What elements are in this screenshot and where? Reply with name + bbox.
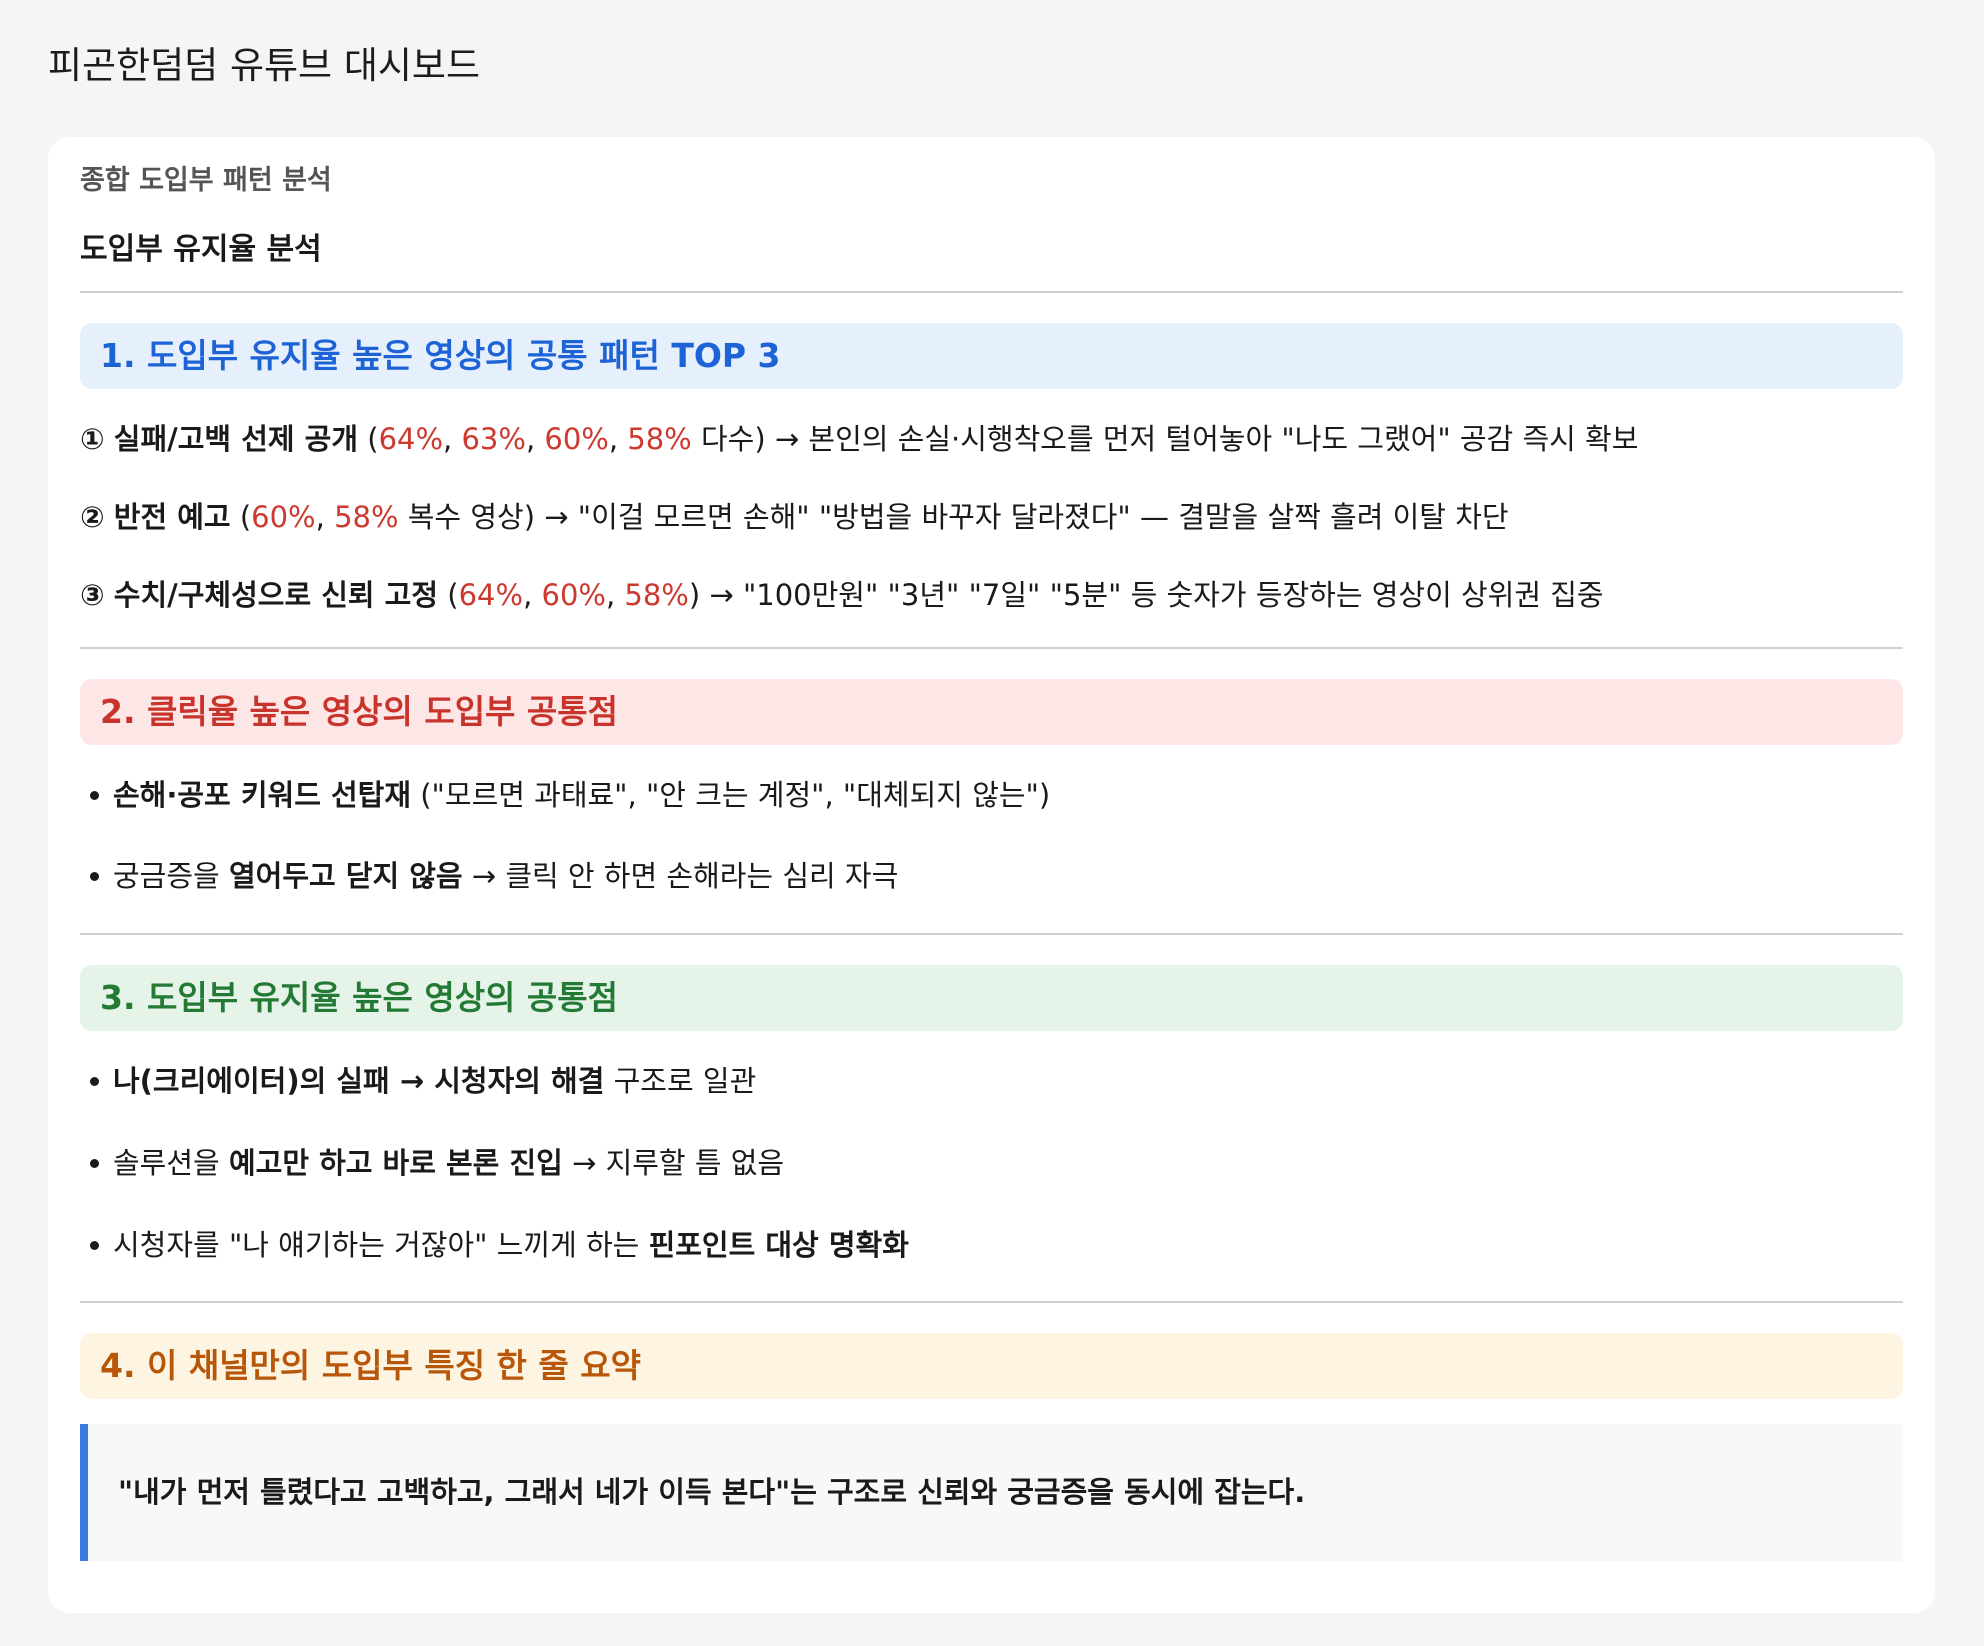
page-title: 피곤한덤덤 유튜브 대시보드 [48,44,481,87]
list-item: 손해·공포 키워드 선탑재 ("모르면 과태료", "안 크는 계정", "대체… [80,775,1050,815]
section-2-header: 2. 클릭율 높은 영상의 도입부 공통점 [80,679,1903,745]
bullet-bold: 손해·공포 키워드 선탑재 [113,778,412,812]
divider [80,647,1903,649]
list-item: 궁금증을 열어두고 닫지 않음 → 클릭 안 하면 손해라는 심리 자극 [80,856,898,896]
bullet-dot-icon [90,1240,99,1250]
divider [80,1301,1903,1303]
pattern-marker: ① [80,422,105,456]
bullet-text: → 지루할 틈 없음 [562,1146,785,1180]
bullet-text: 솔루션을 [113,1146,229,1180]
divider [80,933,1903,935]
pattern-item-3: ③ 수치/구체성으로 신뢰 고정 (64%, 60%, 58%) → "100만… [80,578,1604,612]
pattern-title: 수치/구체성으로 신뢰 고정 [113,578,439,612]
bullet-bold: 핀포인트 대상 명확화 [648,1228,909,1262]
card-subtitle: 종합 도입부 패턴 분석 [80,165,332,196]
bullet-text: 시청자를 "나 얘기하는 거잖아" 느끼게 하는 [113,1228,649,1262]
divider [80,291,1903,293]
pattern-title: 반전 예고 [113,500,231,534]
paren-close: 다수) [691,422,766,456]
section-3-header: 3. 도입부 유지율 높은 영상의 공통점 [80,965,1903,1031]
pattern-item-1: ① 실패/고백 선제 공개 (64%, 63%, 60%, 58% 다수) → … [80,422,1639,456]
percent-value: 58% [334,500,399,534]
list-item: 솔루션을 예고만 하고 바로 본론 진입 → 지루할 틈 없음 [80,1143,784,1183]
bullet-dot-icon [90,1158,99,1168]
list-item: 시청자를 "나 얘기하는 거잖아" 느끼게 하는 핀포인트 대상 명확화 [80,1225,909,1265]
bullet-text: 구조로 일관 [604,1064,757,1098]
card-heading: 도입부 유지율 분석 [80,232,322,267]
bullet-bold: 예고만 하고 바로 본론 진입 [228,1146,563,1180]
percent-value: 64% [378,422,444,456]
percent-value: 60% [251,500,316,534]
paren-close: ) [688,578,701,612]
summary-quote: "내가 먼저 틀렸다고 고백하고, 그래서 네가 이득 본다"는 구조로 신뢰와… [80,1424,1903,1561]
section-1-header: 1. 도입부 유지율 높은 영상의 공통 패턴 TOP 3 [80,323,1903,389]
pattern-description: → "이걸 모르면 손해" "방법을 바꾸자 달라졌다" — 결말을 살짝 흘려… [535,500,1509,534]
pattern-item-2: ② 반전 예고 (60%, 58% 복수 영상) → "이걸 모르면 손해" "… [80,500,1509,534]
pattern-marker: ② [80,500,105,534]
paren-open: ( [438,578,459,612]
pattern-description: → "100만원" "3년" "7일" "5분" 등 숫자가 등장하는 영상이 … [700,578,1604,612]
paren-open: ( [358,422,379,456]
section-4-header: 4. 이 채널만의 도입부 특징 한 줄 요약 [80,1333,1903,1399]
percent-value: 58% [624,578,689,612]
pattern-marker: ③ [80,578,105,612]
bullet-text: 궁금증을 [113,859,229,893]
list-item: 나(크리에이터)의 실패 → 시청자의 해결 구조로 일관 [80,1061,756,1101]
pattern-description: → 본인의 손실·시행착오를 먼저 털어놓아 "나도 그랬어" 공감 즉시 확보 [765,422,1639,456]
bullet-bold: 열어두고 닫지 않음 [228,859,463,893]
percent-value: 63% [461,422,526,456]
paren-close: 복수 영상) [398,500,536,534]
bullet-bold: 나(크리에이터)의 실패 → 시청자의 해결 [113,1064,605,1098]
paren-open: ( [230,500,252,534]
bullet-text: → 클릭 안 하면 손해라는 심리 자극 [462,859,899,893]
percent-value: 64% [458,578,524,612]
pattern-title: 실패/고백 선제 공개 [113,422,359,456]
percent-value: 60% [544,422,609,456]
percent-value: 60% [541,578,606,612]
analysis-card: 종합 도입부 패턴 분석 도입부 유지율 분석 1. 도입부 유지율 높은 영상… [48,137,1935,1613]
bullet-dot-icon [90,1076,99,1086]
bullet-dot-icon [90,871,99,881]
bullet-text: ("모르면 과태료", "안 크는 계정", "대체되지 않는") [411,778,1051,812]
percent-value: 58% [627,422,692,456]
bullet-dot-icon [90,790,99,800]
